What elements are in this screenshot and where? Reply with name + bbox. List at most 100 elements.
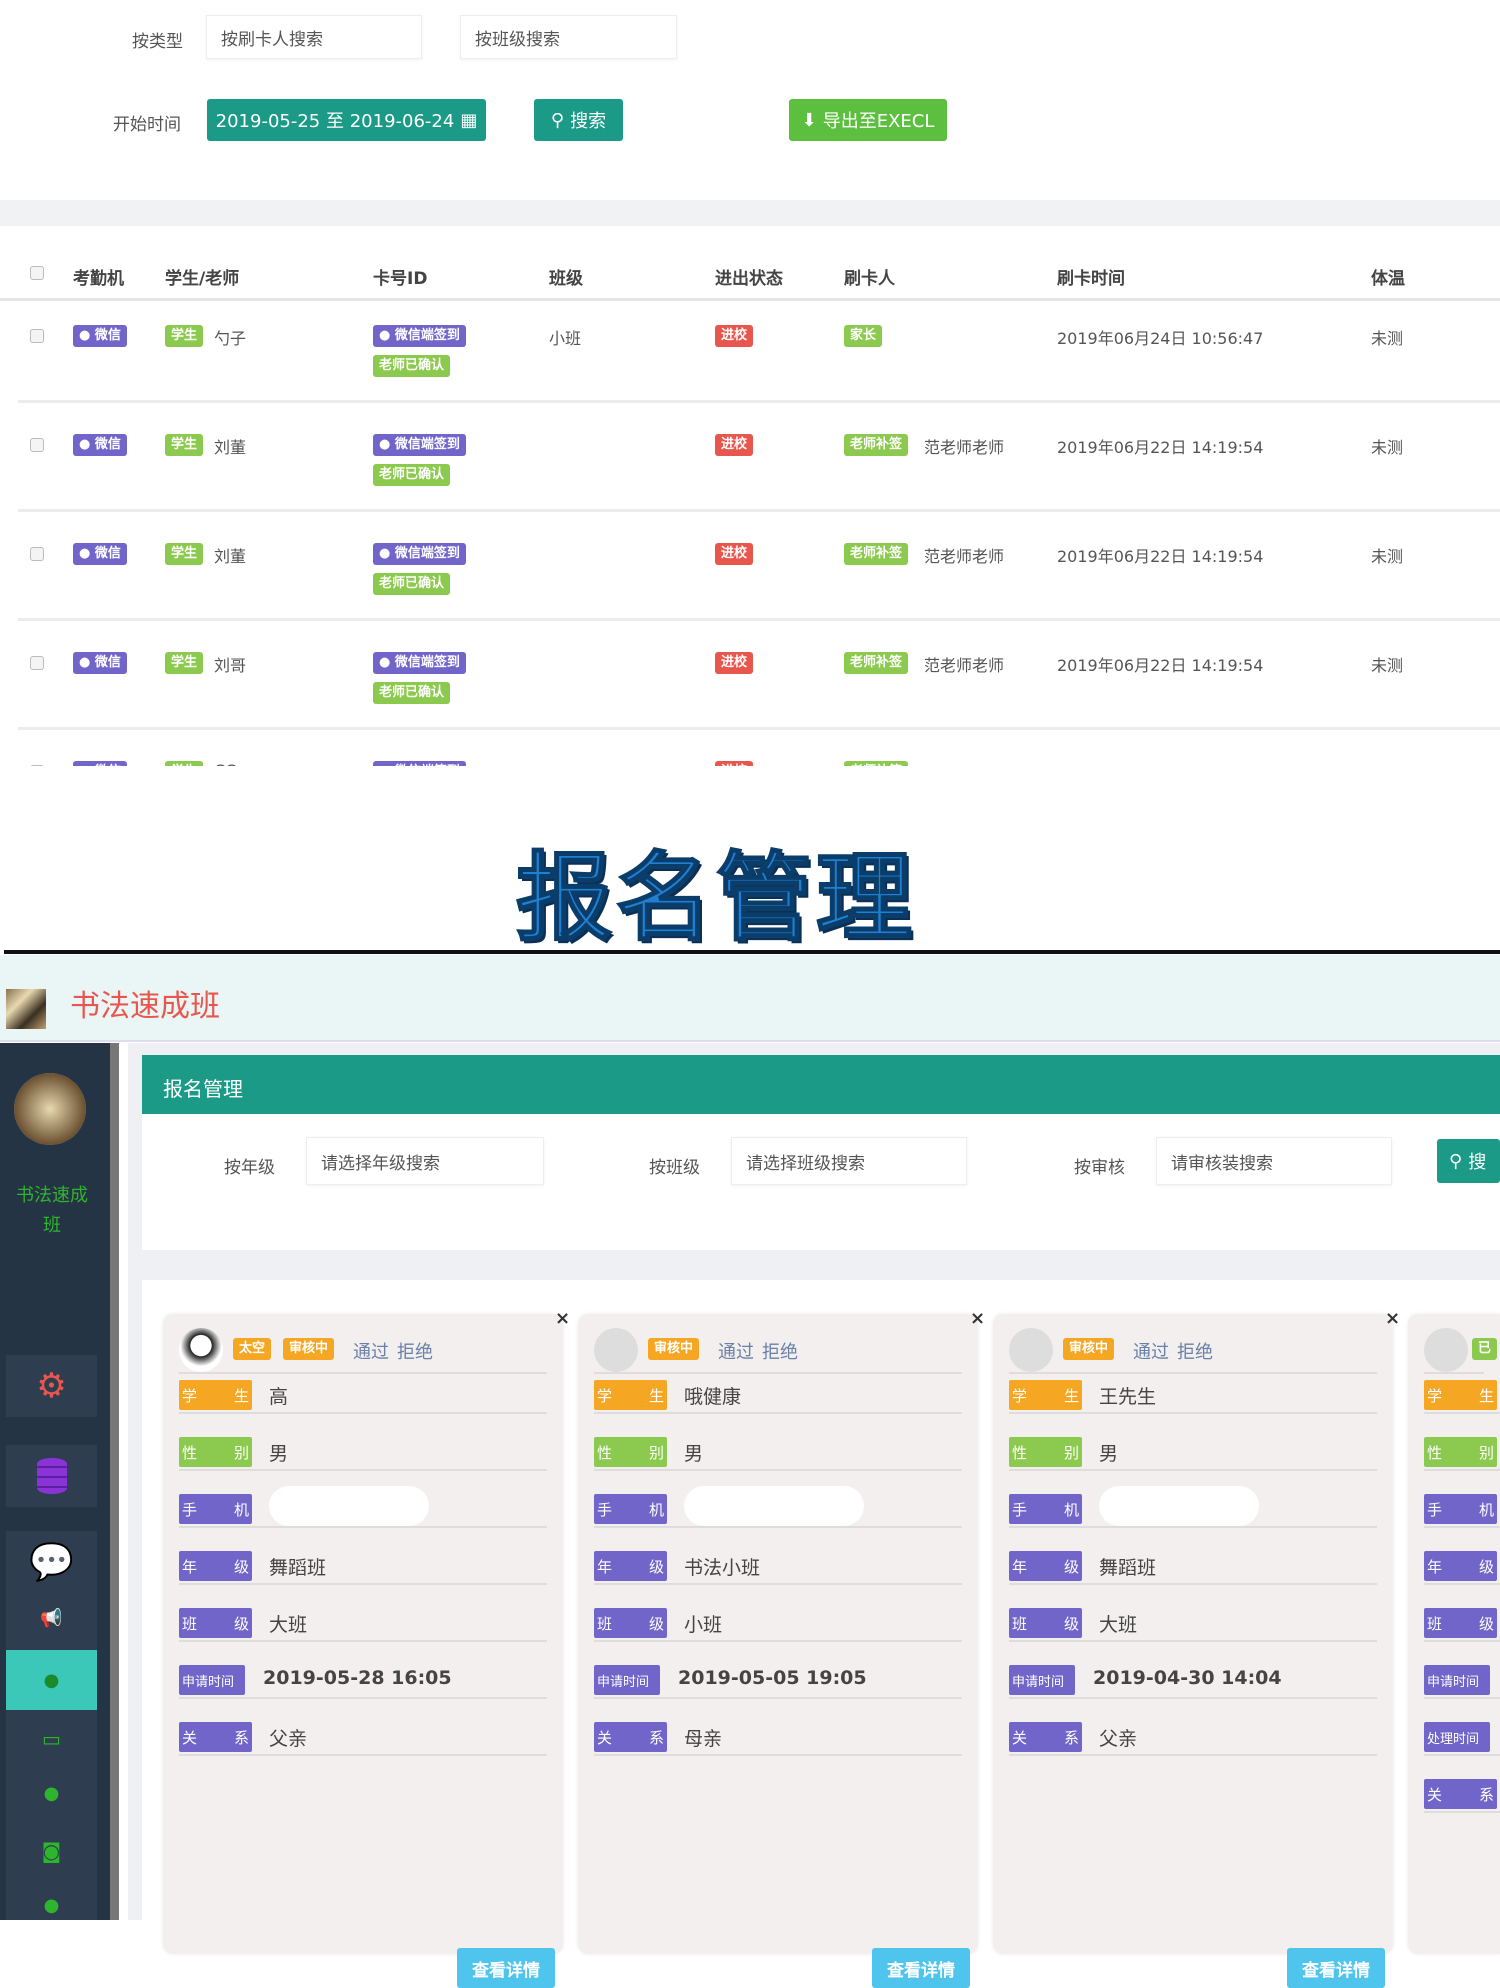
row-checkbox[interactable] [30, 438, 44, 452]
label-char: 级 [233, 1557, 249, 1576]
row-checkbox[interactable] [30, 656, 44, 670]
app-header: 书法速成班 [0, 955, 1500, 1042]
role-badge: 学生 [165, 652, 204, 674]
view-details-button[interactable]: 查看详情 [1287, 1948, 1385, 1988]
close-icon[interactable]: × [1385, 1308, 1400, 1329]
status-badge: 进校 [715, 761, 754, 766]
swipe-time: 2019年06月22日 14:19:54 [1057, 656, 1264, 675]
filter-panel: 报名管理 按年级 请选择年级搜索 按班级 请选择班级搜索 按审核 请审核装搜索 … [142, 1055, 1500, 1250]
chat-icon: ● [379, 655, 395, 670]
field-label-grade: 年级 [1424, 1551, 1497, 1581]
review-select[interactable]: 请审核装搜索 [1156, 1137, 1392, 1185]
card-field-class: 班级小班 [594, 1606, 962, 1642]
export-label: 导出至EXECL [822, 111, 935, 132]
swiper-badge: 老师补签 [844, 761, 909, 766]
select-all-checkbox[interactable] [30, 266, 44, 280]
label-char: 机 [1478, 1500, 1494, 1519]
label-char: 系 [1063, 1728, 1079, 1747]
card-field-gender: 性别 [1424, 1435, 1500, 1471]
close-icon[interactable]: × [555, 1308, 570, 1329]
card-field-phone: 手机 [1424, 1492, 1500, 1528]
export-excel-button[interactable]: ⬇ 导出至EXECL [789, 99, 947, 141]
date-range-picker[interactable]: 2019-05-25 至 2019-06-24 ▦ [207, 99, 486, 141]
field-value-student: 哦健康 [684, 1386, 742, 1408]
label-char: 关 [1012, 1728, 1028, 1747]
field-value-relation: 父亲 [269, 1728, 308, 1750]
avatar [1009, 1328, 1053, 1372]
view-details-button[interactable]: 查看详情 [457, 1948, 555, 1988]
label-char: 手 [597, 1500, 613, 1519]
temperature: 未测 [1371, 547, 1404, 566]
label-char: 级 [648, 1557, 664, 1576]
reject-link[interactable]: 拒绝 [1177, 1338, 1213, 1364]
confirm-badge: 老师已确认 [373, 682, 451, 704]
pin-icon[interactable]: ● [44, 1895, 60, 1916]
sidebar-name: 书法速成班 [16, 1185, 88, 1236]
label-char: 生 [648, 1386, 664, 1405]
approve-link[interactable]: 通过 [353, 1338, 389, 1364]
start-time-label: 开始时间 [113, 115, 181, 135]
approve-link[interactable]: 通过 [1133, 1338, 1169, 1364]
swiper-badge: 老师补签 [844, 434, 909, 456]
label-char: 年 [1012, 1557, 1028, 1576]
grade-select[interactable]: 请选择年级搜索 [306, 1137, 544, 1185]
status-tag: 审核中 [1063, 1338, 1115, 1360]
label-char: 级 [1063, 1614, 1079, 1633]
status-badge: 进校 [715, 652, 754, 674]
monitor-icon[interactable]: ▭ [42, 1727, 61, 1751]
class-select[interactable]: 请选择班级搜索 [731, 1137, 967, 1185]
redacted-phone [1099, 1486, 1259, 1526]
approve-link[interactable]: 通过 [718, 1338, 754, 1364]
view-details-button[interactable]: 查看详情 [872, 1948, 970, 1988]
column-header: 刷卡时间 [1057, 269, 1125, 289]
wechat-icon[interactable]: 💬 [29, 1541, 74, 1583]
registration-card: 已学生性别手机年级班级申请时间 处理时间关系 [1408, 1314, 1500, 1954]
swiper-search-input[interactable]: 按刷卡人搜索 [206, 15, 422, 59]
label-char: 班 [182, 1614, 198, 1633]
label-char: 性 [1427, 1443, 1443, 1462]
class-search-input[interactable]: 按班级搜索 [460, 15, 677, 59]
row-checkbox[interactable] [30, 547, 44, 561]
device-badge: ● 微信 [73, 761, 127, 766]
sidebar-item-settings[interactable]: ⚙ [6, 1355, 97, 1417]
wechat-small-icon[interactable]: ● [44, 1783, 60, 1804]
swiper-name: 范老师老师 [924, 438, 1005, 457]
camera-icon[interactable]: ◙ [42, 1839, 61, 1863]
reject-link[interactable]: 拒绝 [397, 1338, 433, 1364]
panel-search-button[interactable]: ⚲ 搜 [1437, 1139, 1500, 1183]
avatar [179, 1328, 223, 1372]
device-text: 微信 [95, 764, 121, 766]
person-name: 刘董 [214, 438, 247, 457]
label-char: 系 [1478, 1785, 1494, 1804]
row-checkbox[interactable] [30, 765, 44, 766]
temperature: 未测 [1371, 329, 1404, 348]
field-label-grade: 年级 [179, 1551, 252, 1581]
sidebar-item-active[interactable]: ● [6, 1650, 97, 1710]
card-field-grade: 年级舞蹈班 [179, 1549, 547, 1585]
card-field-grade: 年级舞蹈班 [1009, 1549, 1377, 1585]
redacted-phone [684, 1486, 864, 1526]
card-field-gender: 性别男 [179, 1435, 547, 1471]
search-button[interactable]: ⚲ 搜索 [534, 99, 623, 141]
close-icon[interactable]: × [970, 1308, 985, 1329]
sidebar-avatar [14, 1073, 86, 1145]
sidebar-menu: 💬 📢 ● ▭ ● ◙ ● [6, 1531, 97, 1920]
table-row: ● 微信 学生 勺子 ● 微信端签到 老师已确认 小班 进校 家长 2019年06月24日 10… [0, 321, 1500, 430]
column-header: 刷卡人 [844, 269, 895, 289]
row-checkbox[interactable] [30, 329, 44, 343]
avatar [1424, 1328, 1468, 1372]
sidebar-item-database[interactable] [6, 1445, 97, 1507]
megaphone-icon[interactable]: 📢 [40, 1608, 62, 1629]
redacted-phone [269, 1486, 429, 1526]
field-value-apply_time: 2019-05-05 19:05 [678, 1667, 867, 1689]
field-value-apply_time: 2019-05-28 16:05 [263, 1667, 452, 1689]
card-field-student: 学生王先生 [1009, 1378, 1377, 1414]
label-char: 别 [1478, 1443, 1494, 1462]
card-field-student: 学生哦健康 [594, 1378, 962, 1414]
reject-link[interactable]: 拒绝 [762, 1338, 798, 1364]
card-field-apply_time: 申请时间 [1424, 1663, 1500, 1699]
field-label-phone: 手机 [1009, 1494, 1082, 1524]
label-char: 机 [648, 1500, 664, 1519]
field-value-student: 高 [269, 1386, 289, 1408]
label-char: 关 [597, 1728, 613, 1747]
